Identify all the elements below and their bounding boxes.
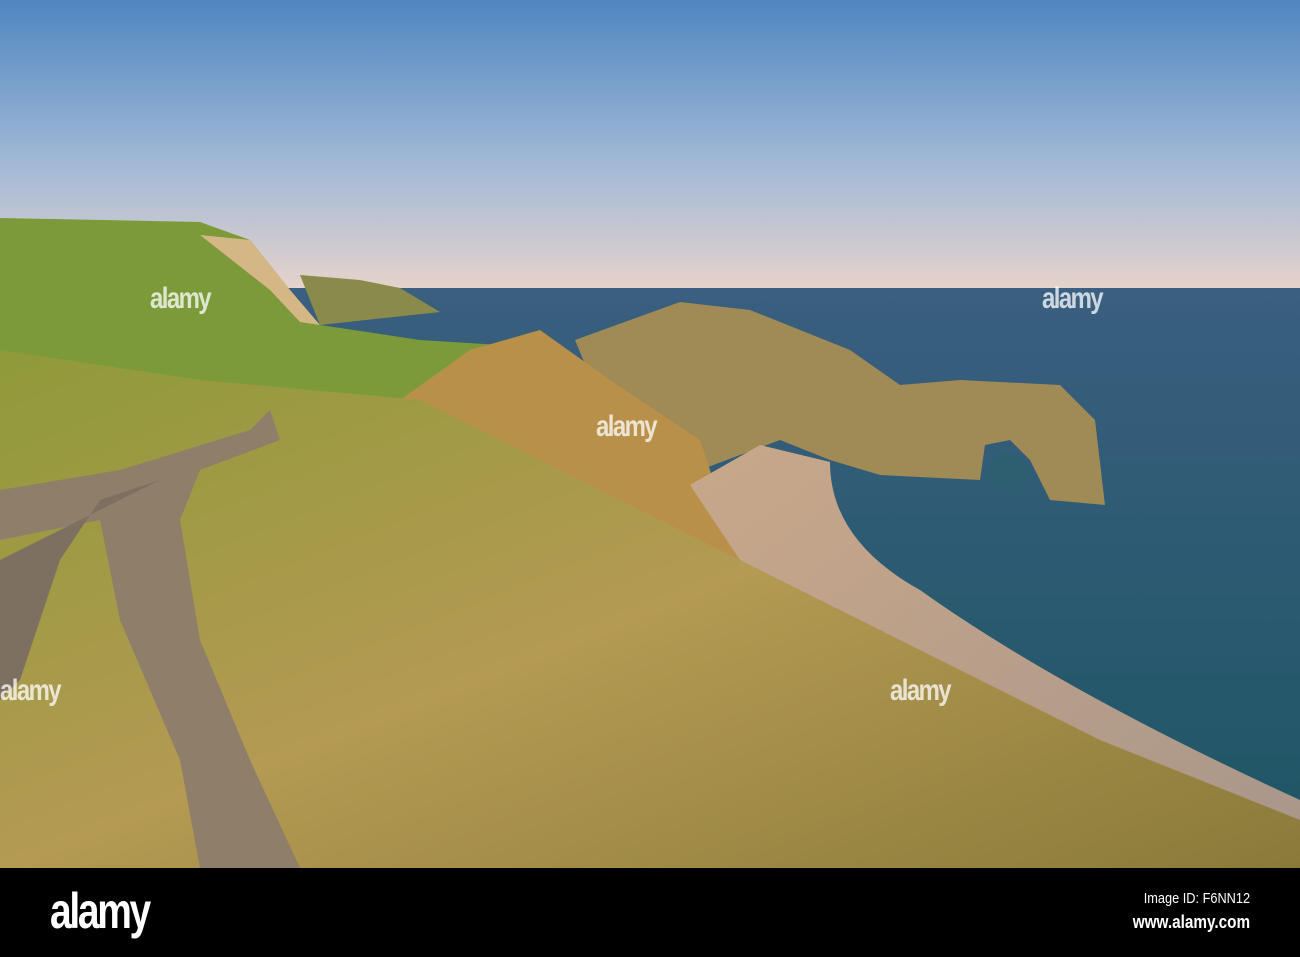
watermark: alamy [890,674,952,707]
watermark: alamy [150,282,212,315]
alamy-logo[interactable]: alamy [50,882,151,940]
watermark: alamy [596,410,658,443]
watermark: alamy [1042,282,1104,315]
watermark: alamy [0,674,62,707]
site-url[interactable]: www.alamy.com [1133,912,1250,933]
footer-bar: alamy Image ID: F6NN12 www.alamy.com [0,868,1300,957]
image-id: Image ID: F6NN12 [1143,890,1250,907]
